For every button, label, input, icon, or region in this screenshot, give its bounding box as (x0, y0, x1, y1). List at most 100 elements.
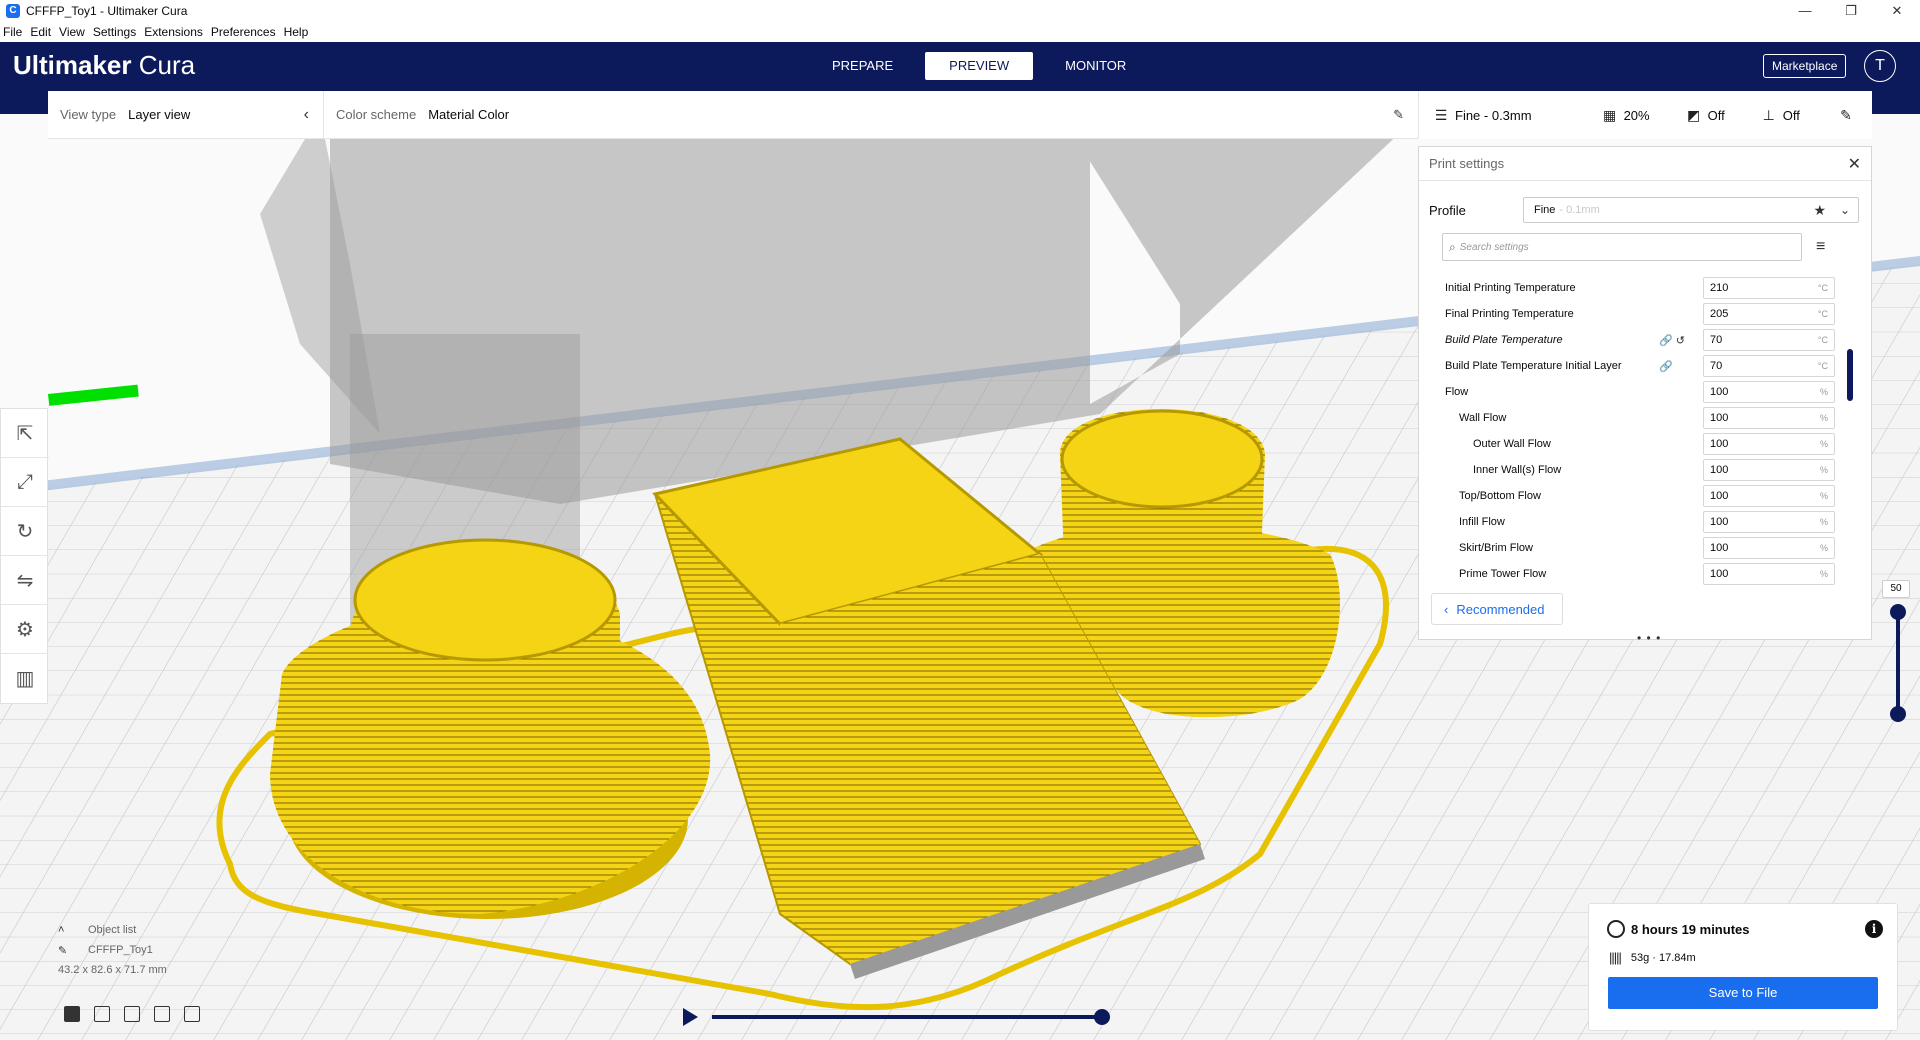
setting-row[interactable]: Inner Wall(s) Flow 100% (1419, 457, 1839, 483)
front-view-icon[interactable] (94, 1006, 110, 1022)
setting-unit: °C (1817, 309, 1828, 319)
setting-row[interactable]: Wall Flow 100% (1419, 405, 1839, 431)
object-name-row[interactable]: ✎ CFFFP_Toy1 (58, 940, 167, 960)
object-list-title: Object list (88, 924, 137, 936)
layer-number-input[interactable]: 50 (1882, 580, 1910, 598)
setting-row[interactable]: Prime Tower Flow 100% (1419, 561, 1839, 587)
menu-settings[interactable]: Settings (93, 25, 136, 39)
menu-help[interactable]: Help (284, 25, 309, 39)
save-to-file-button[interactable]: Save to File (1608, 977, 1878, 1009)
tab-monitor[interactable]: MONITOR (1041, 52, 1150, 80)
view-type-selector[interactable]: View type Layer view ‹ (48, 90, 324, 139)
chevron-down-icon[interactable]: ⌄ (1840, 203, 1850, 217)
setting-value-input[interactable]: 100% (1703, 485, 1835, 507)
setting-row[interactable]: Build Plate Temperature 🔗 ↺ 70 °C (1419, 327, 1839, 353)
support-summary[interactable]: ◩ Off (1686, 107, 1725, 124)
object-name: CFFFP_Toy1 (88, 944, 153, 956)
setting-value-input[interactable]: 100% (1703, 381, 1835, 403)
setting-value-input[interactable]: 100% (1703, 563, 1835, 585)
support-blocker-icon[interactable]: ▥ (1, 654, 49, 703)
menu-preferences[interactable]: Preferences (211, 25, 276, 39)
profile-summary-label: Fine - 0.3mm (1455, 107, 1532, 123)
setting-value-input[interactable]: 100% (1703, 459, 1835, 481)
setting-unit: °C (1817, 335, 1828, 345)
setting-row[interactable]: Flow 100% (1419, 379, 1839, 405)
clock-icon (1607, 920, 1625, 938)
setting-row[interactable]: Top/Bottom Flow 100% (1419, 483, 1839, 509)
edit-print-settings[interactable]: ✎ (1838, 107, 1860, 124)
setting-value-input[interactable]: 70 °C (1703, 355, 1835, 377)
close-icon[interactable]: ✕ (1848, 154, 1861, 174)
menu-file[interactable]: File (3, 25, 22, 39)
settings-visibility-menu-icon[interactable]: ≡ (1816, 238, 1825, 256)
layer-slider-top-handle[interactable] (1890, 604, 1906, 620)
object-list-toggle[interactable]: ˄ Object list (58, 920, 167, 940)
path-slider-track[interactable] (712, 1015, 1102, 1019)
menu-view[interactable]: View (59, 25, 85, 39)
settings-search-input[interactable]: ⌕ Search settings (1442, 233, 1802, 261)
scale-tool-icon[interactable]: ⤢ (1, 458, 49, 507)
star-icon[interactable]: ★ (1813, 202, 1826, 219)
resize-grip-icon[interactable]: • • • (1637, 631, 1661, 645)
path-slider-handle[interactable] (1094, 1009, 1110, 1025)
adhesion-summary[interactable]: ⊥ Off (1761, 107, 1800, 124)
material-usage: 53g · 17.84m (1630, 951, 1696, 964)
setting-name: Final Printing Temperature (1445, 308, 1574, 320)
marketplace-button[interactable]: Marketplace (1763, 54, 1847, 78)
chevron-left-icon[interactable]: ‹ (304, 106, 309, 124)
close-window-button[interactable]: ✕ (1874, 0, 1920, 22)
minimize-button[interactable]: — (1782, 0, 1828, 22)
profile-summary[interactable]: ☰ Fine - 0.3mm (1433, 107, 1532, 124)
setting-row[interactable]: Initial Printing Temperature 210 °C (1419, 275, 1839, 301)
left-view-icon[interactable] (154, 1006, 170, 1022)
setting-row[interactable]: Build Plate Temperature Initial Layer 🔗 70… (1419, 353, 1839, 379)
3d-view-icon[interactable] (64, 1006, 80, 1022)
setting-unit: % (1819, 439, 1828, 449)
setting-value-input[interactable]: 70 °C (1703, 329, 1835, 351)
mirror-tool-icon[interactable]: ⇋ (1, 556, 49, 605)
setting-value-input[interactable]: 210 °C (1703, 277, 1835, 299)
object-list: ˄ Object list ✎ CFFFP_Toy1 43.2 x 82.6 x… (58, 920, 167, 976)
info-icon[interactable]: i (1865, 920, 1883, 938)
setting-link-icon[interactable]: 🔗 ↺ (1659, 334, 1685, 347)
play-icon[interactable] (683, 1008, 698, 1026)
layer-slider-track[interactable] (1896, 608, 1900, 716)
job-summary-panel: 8 hours 19 minutes i ||||| 53g · 17.84m … (1588, 903, 1898, 1031)
setting-row[interactable]: Infill Flow 100% (1419, 509, 1839, 535)
settings-list[interactable]: Initial Printing Temperature 210 °C Final P… (1419, 275, 1839, 587)
adhesion-summary-label: Off (1782, 107, 1800, 123)
infill-summary[interactable]: ▦ 20% (1602, 107, 1650, 124)
setting-value-input[interactable]: 100% (1703, 537, 1835, 559)
maximize-button[interactable]: ❐ (1828, 0, 1874, 22)
setting-value-input[interactable]: 100% (1703, 511, 1835, 533)
setting-name: Inner Wall(s) Flow (1473, 464, 1562, 476)
view-options-bar: View type Layer view ‹ Color scheme Mate… (48, 90, 1418, 139)
color-scheme-selector[interactable]: Color scheme Material Color ✎ (324, 91, 1418, 139)
search-icon: ⌕ (1449, 239, 1456, 254)
print-setup-bar[interactable]: ☰ Fine - 0.3mm ▦ 20% ◩ Off ⊥ Off ✎ (1418, 91, 1872, 139)
menu-extensions[interactable]: Extensions (144, 25, 203, 39)
top-view-icon[interactable] (124, 1006, 140, 1022)
profile-selector[interactable]: Fine - 0.1mm ★ ⌄ (1523, 197, 1859, 223)
setting-link-icon[interactable]: 🔗 (1659, 360, 1673, 373)
tab-prepare[interactable]: PREPARE (808, 52, 917, 80)
window-title: CFFFP_Toy1 - Ultimaker Cura (26, 4, 188, 18)
account-avatar[interactable]: T (1864, 50, 1896, 82)
settings-scrollbar[interactable] (1847, 349, 1853, 401)
stage-tabs: PREPARE PREVIEW MONITOR (808, 52, 1158, 80)
recommended-button[interactable]: ‹ Recommended (1431, 593, 1563, 625)
setting-row[interactable]: Outer Wall Flow 100% (1419, 431, 1839, 457)
setting-value-input[interactable]: 205 °C (1703, 303, 1835, 325)
move-tool-icon[interactable]: ⇱ (1, 409, 49, 458)
right-view-icon[interactable] (184, 1006, 200, 1022)
setting-value-input[interactable]: 100% (1703, 407, 1835, 429)
rotate-tool-icon[interactable]: ↻ (1, 507, 49, 556)
menu-edit[interactable]: Edit (30, 25, 51, 39)
setting-row[interactable]: Skirt/Brim Flow 100% (1419, 535, 1839, 561)
tab-preview[interactable]: PREVIEW (925, 52, 1034, 80)
setting-value-input[interactable]: 100% (1703, 433, 1835, 455)
layer-slider-bottom-handle[interactable] (1890, 706, 1906, 722)
per-model-settings-icon[interactable]: ⚙ (1, 605, 49, 654)
setting-row[interactable]: Final Printing Temperature 205 °C (1419, 301, 1839, 327)
pencil-icon[interactable]: ✎ (1393, 107, 1404, 123)
